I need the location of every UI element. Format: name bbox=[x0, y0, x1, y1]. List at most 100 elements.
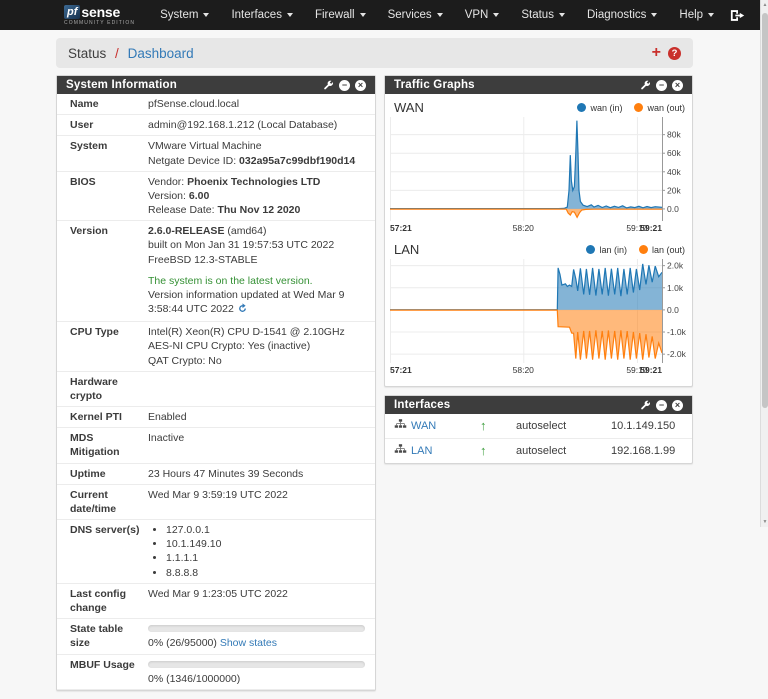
content: Status / Dashboard + ? System Informatio… bbox=[56, 38, 693, 699]
sign-out-icon[interactable] bbox=[730, 9, 746, 22]
si-row-mds-mitigation: MDS MitigationInactive bbox=[57, 428, 375, 463]
svg-text:58:20: 58:20 bbox=[513, 365, 535, 375]
list-item: 8.8.8.8 bbox=[166, 566, 365, 580]
legend-dot-icon bbox=[634, 103, 643, 112]
mbuf-usage-progress bbox=[148, 661, 365, 668]
si-label: Last config change bbox=[70, 587, 148, 615]
si-row-last-config-change: Last config changeWed Mar 9 1:23:05 UTC … bbox=[57, 584, 375, 619]
interfaces-header: Interfaces −× bbox=[385, 396, 692, 414]
interface-up-icon: ↑ bbox=[480, 445, 516, 457]
legend-item: wan (in) bbox=[577, 103, 622, 113]
list-item: 127.0.0.1 bbox=[166, 523, 365, 537]
interface-link-wan[interactable]: WAN bbox=[411, 420, 436, 432]
chevron-down-icon bbox=[708, 13, 714, 17]
chevron-down-icon bbox=[493, 13, 499, 17]
system-information-body: NamepfSense.cloud.localUseradmin@192.168… bbox=[57, 94, 375, 690]
si-row-system: SystemVMware Virtual MachineNetgate Devi… bbox=[57, 136, 375, 171]
scrollbar-thumb[interactable] bbox=[762, 13, 768, 408]
si-row-state-table-size: State table size0% (26/95000) Show state… bbox=[57, 619, 375, 654]
pfsense-logo[interactable]: pf sense COMMUNITY EDITION bbox=[64, 5, 135, 26]
panel-title: Traffic Graphs bbox=[394, 79, 475, 91]
menu-help[interactable]: Help bbox=[668, 0, 725, 30]
close-icon[interactable]: × bbox=[672, 80, 683, 91]
chevron-down-icon bbox=[651, 13, 657, 17]
menu-services[interactable]: Services bbox=[377, 0, 454, 30]
si-value: admin@192.168.1.212 (Local Database) bbox=[148, 118, 365, 132]
menu-diagnostics[interactable]: Diagnostics bbox=[576, 0, 668, 30]
si-label: Uptime bbox=[70, 467, 148, 481]
si-row-mbuf-usage: MBUF Usage0% (1346/1000000) bbox=[57, 655, 375, 690]
si-label: Current date/time bbox=[70, 488, 148, 516]
si-value: Wed Mar 9 3:59:19 UTC 2022 bbox=[148, 488, 365, 516]
svg-text:0.0: 0.0 bbox=[667, 204, 679, 214]
legend-item: lan (in) bbox=[586, 245, 627, 255]
refresh-icon[interactable] bbox=[237, 303, 248, 318]
minimize-icon[interactable]: − bbox=[656, 400, 667, 411]
si-row-cpu-type: CPU TypeIntel(R) Xeon(R) CPU D-1541 @ 2.… bbox=[57, 322, 375, 372]
minimize-icon[interactable]: − bbox=[339, 80, 350, 91]
si-label: DNS server(s) bbox=[70, 523, 148, 580]
si-value: 2.6.0-RELEASE (amd64)built on Mon Jan 31… bbox=[148, 224, 365, 318]
menu-status[interactable]: Status bbox=[510, 0, 576, 30]
list-item: 10.1.149.10 bbox=[166, 537, 365, 551]
traffic-graphs-body: WANwan (in)wan (out)80k60k40k20k0.057:21… bbox=[385, 94, 692, 386]
si-label: CPU Type bbox=[70, 325, 148, 368]
chevron-down-icon bbox=[287, 13, 293, 17]
sitemap-icon bbox=[394, 419, 407, 433]
help-icon[interactable]: ? bbox=[668, 47, 681, 60]
legend: lan (in) lan (out) bbox=[586, 245, 685, 255]
legend-item: lan (out) bbox=[639, 245, 685, 255]
svg-text:60k: 60k bbox=[667, 148, 681, 158]
system-information-panel: System Information −× NamepfSense.cloud.… bbox=[56, 75, 376, 691]
menu-system[interactable]: System bbox=[149, 0, 220, 30]
close-icon[interactable]: × bbox=[672, 400, 683, 411]
legend-item: wan (out) bbox=[634, 103, 685, 113]
si-row-bios: BIOSVendor: Phoenix Technologies LTDVers… bbox=[57, 172, 375, 222]
si-value: Intel(R) Xeon(R) CPU D-1541 @ 2.10GHzAES… bbox=[148, 325, 365, 368]
brand-name: sense bbox=[81, 5, 120, 19]
show-states-link[interactable]: Show states bbox=[220, 637, 277, 649]
minimize-icon[interactable]: − bbox=[656, 80, 667, 91]
chevron-down-icon bbox=[360, 13, 366, 17]
svg-text:57:21: 57:21 bbox=[390, 223, 412, 233]
breadcrumb-section[interactable]: Status bbox=[68, 46, 106, 61]
top-navbar: pf sense COMMUNITY EDITION SystemInterfa… bbox=[0, 0, 760, 30]
si-label: User bbox=[70, 118, 148, 132]
scroll-up-icon[interactable]: ▲ bbox=[761, 2, 768, 8]
svg-text:1.0k: 1.0k bbox=[667, 283, 684, 293]
si-label: Version bbox=[70, 224, 148, 318]
list-item: 1.1.1.1 bbox=[166, 551, 365, 565]
close-icon[interactable]: × bbox=[355, 80, 366, 91]
wrench-icon[interactable] bbox=[640, 80, 651, 91]
breadcrumb-page-link[interactable]: Dashboard bbox=[128, 46, 194, 61]
state-table-size-progress bbox=[148, 625, 365, 632]
menu-interfaces[interactable]: Interfaces bbox=[220, 0, 304, 30]
panel-title: Interfaces bbox=[394, 399, 450, 411]
add-widget-icon[interactable]: + bbox=[652, 46, 661, 60]
si-row-user: Useradmin@192.168.1.212 (Local Database) bbox=[57, 115, 375, 136]
interface-row-lan: LAN↑autoselect192.168.1.99 bbox=[385, 438, 692, 463]
dns-server-list: 127.0.0.110.1.149.101.1.1.18.8.8.8 bbox=[166, 523, 365, 580]
si-row-kernel-pti: Kernel PTIEnabled bbox=[57, 407, 375, 428]
si-value: 0% (26/95000) Show states bbox=[148, 622, 365, 650]
page-scrollbar[interactable]: ▲ ▼ bbox=[760, 0, 768, 527]
interface-address: 192.168.1.99 bbox=[611, 445, 683, 457]
wrench-icon[interactable] bbox=[323, 80, 334, 91]
main-menu: SystemInterfacesFirewallServicesVPNStatu… bbox=[149, 0, 725, 30]
si-label: MDS Mitigation bbox=[70, 431, 148, 459]
si-value: 127.0.0.110.1.149.101.1.1.18.8.8.8 bbox=[148, 523, 365, 580]
chevron-down-icon bbox=[437, 13, 443, 17]
wrench-icon[interactable] bbox=[640, 400, 651, 411]
si-row-hardware-crypto: Hardware crypto bbox=[57, 372, 375, 407]
traffic-graphs-panel: Traffic Graphs −× WANwan (in)wan (out)80… bbox=[384, 75, 693, 387]
si-label: Kernel PTI bbox=[70, 410, 148, 424]
breadcrumb: Status / Dashboard + ? bbox=[56, 38, 693, 68]
menu-firewall[interactable]: Firewall bbox=[304, 0, 377, 30]
menu-vpn[interactable]: VPN bbox=[454, 0, 511, 30]
scroll-down-icon[interactable]: ▼ bbox=[761, 519, 768, 525]
si-value: VMware Virtual MachineNetgate Device ID:… bbox=[148, 139, 365, 167]
si-value bbox=[148, 375, 365, 403]
interface-link-lan[interactable]: LAN bbox=[411, 445, 432, 457]
interfaces-panel: Interfaces −× WAN↑autoselect10.1.149.150… bbox=[384, 395, 693, 464]
svg-text:-1.0k: -1.0k bbox=[667, 327, 687, 337]
